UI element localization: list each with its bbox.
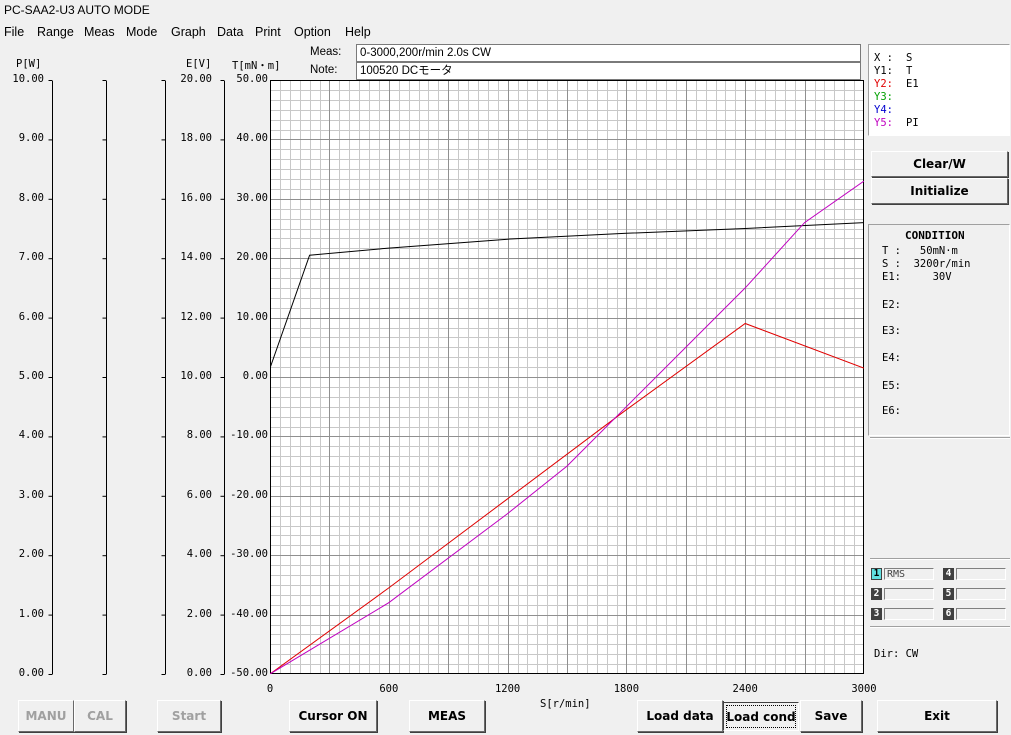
legend-key: Y5: <box>874 117 893 129</box>
channel-value <box>884 608 934 620</box>
condition-row: E1: 30V <box>882 271 952 283</box>
s-axis-tick-label: 600 <box>379 683 399 695</box>
load-data-button[interactable]: Load data <box>637 700 723 732</box>
channel-value: RMS <box>884 568 934 580</box>
direction-text: Dir: CW <box>874 648 919 660</box>
condition-row: T : 50mN·m <box>882 245 958 257</box>
channel-number[interactable]: 3 <box>871 608 882 620</box>
menu-option[interactable]: Option <box>294 25 331 39</box>
channel-value <box>956 568 1006 580</box>
legend-value: T <box>906 65 913 77</box>
s-axis-tick-label: 3000 <box>851 683 877 695</box>
cursor-on-button[interactable]: Cursor ON <box>289 700 377 732</box>
condition-title: CONDITION <box>905 229 965 242</box>
legend-key: Y4: <box>874 104 893 116</box>
channel-number[interactable]: 2 <box>871 588 882 600</box>
condition-e-label: E2: <box>882 299 901 311</box>
exit-button[interactable]: Exit <box>877 700 997 732</box>
menu-help[interactable]: Help <box>345 25 371 39</box>
channel-number[interactable]: 5 <box>943 588 954 600</box>
load-cond-button[interactable]: Load cond <box>723 702 799 731</box>
note-field: 100520 DCモータ <box>356 62 861 80</box>
meas-label: Meas: <box>310 46 342 58</box>
manu-button[interactable]: MANU <box>18 700 74 732</box>
axis-lines <box>48 80 225 675</box>
channel-number[interactable]: 6 <box>943 608 954 620</box>
channel-number[interactable]: 4 <box>943 568 954 580</box>
condition-e-label: E3: <box>882 325 901 337</box>
note-label: Note: <box>310 64 338 76</box>
channel-value <box>956 588 1006 600</box>
channel-value <box>956 608 1006 620</box>
channel-divider-bottom <box>870 626 1010 628</box>
clear-w-button[interactable]: Clear/W <box>871 151 1008 177</box>
condition-divider <box>870 437 1010 439</box>
cal-button[interactable]: CAL <box>74 700 126 732</box>
meas-field: 0-3000,200r/min 2.0s CW <box>356 44 861 62</box>
condition-row: S : 3200r/min <box>882 258 971 270</box>
legend-value: E1 <box>906 78 919 90</box>
channel-number[interactable]: 1 <box>871 568 882 580</box>
condition-e-label: E4: <box>882 352 901 364</box>
meas-button[interactable]: MEAS <box>409 700 485 732</box>
legend-key: Y1: <box>874 65 893 77</box>
legend-key: Y2: <box>874 78 893 90</box>
condition-e-label: E5: <box>882 380 901 392</box>
legend-value: PI <box>906 117 919 129</box>
s-axis-unit: S[r/min] <box>540 698 591 710</box>
legend-key: X : <box>874 52 893 64</box>
s-axis-tick-label: 1800 <box>613 683 640 695</box>
channel-value <box>884 588 934 600</box>
initialize-button[interactable]: Initialize <box>871 178 1008 204</box>
start-button[interactable]: Start <box>157 700 221 732</box>
s-axis-tick-label: 2400 <box>732 683 758 695</box>
plot-area[interactable] <box>270 80 864 674</box>
channel-divider <box>870 558 1010 560</box>
legend-key: Y3: <box>874 91 893 103</box>
legend-value: S <box>906 52 913 64</box>
s-axis-tick-label: 1200 <box>494 683 521 695</box>
save-button[interactable]: Save <box>800 700 862 732</box>
condition-e-label: E6: <box>882 405 901 417</box>
